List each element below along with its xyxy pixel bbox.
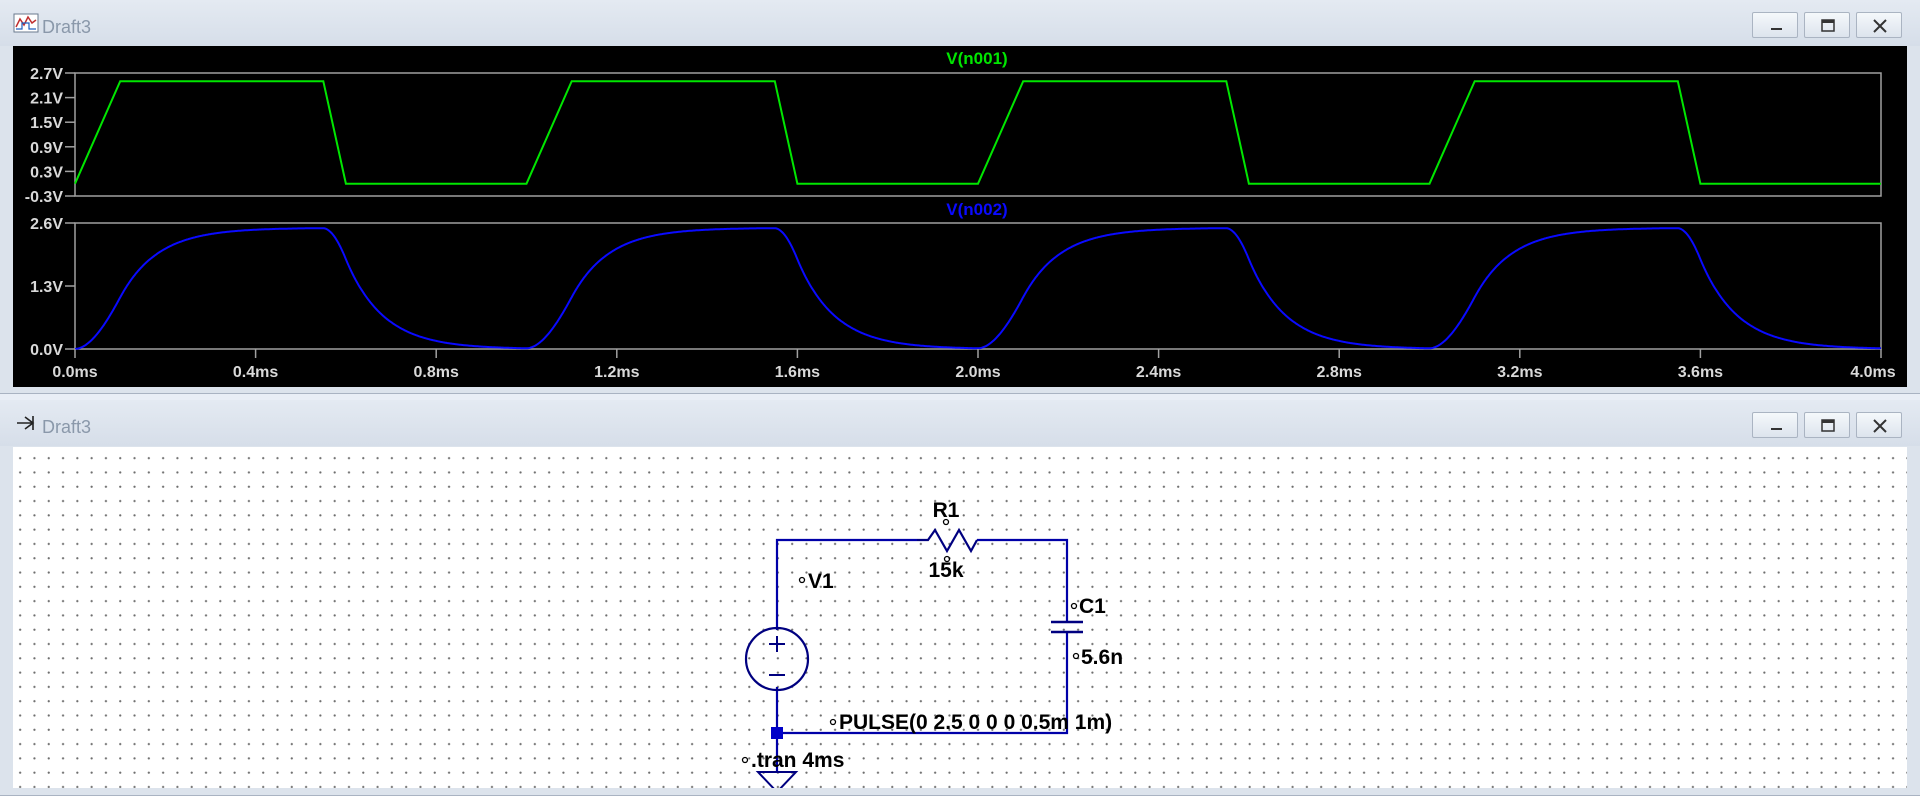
window-title: Draft3 xyxy=(42,417,92,437)
y-tick-label: 0.0V xyxy=(30,342,63,359)
maximize-icon xyxy=(1821,419,1835,432)
y-tick-label: 1.3V xyxy=(30,279,63,296)
x-tick-label: 1.2ms xyxy=(594,364,639,381)
minimize-button[interactable] xyxy=(1752,412,1798,438)
c1-name-label[interactable]: C1 xyxy=(1079,595,1106,618)
schematic-canvas[interactable]: R1 15k V1 C1 5.6n PULSE(0 2.5 0 0 0 0.5m… xyxy=(13,447,1907,788)
trace-n001[interactable] xyxy=(74,80,1881,185)
waveform-window: Draft3 V(n001) 2.7V 2.1V 1.5V 0.9V 0.3V -0.3V… xyxy=(0,0,1920,394)
maximize-button[interactable] xyxy=(1804,12,1850,38)
wire-v1-to-r1[interactable] xyxy=(775,538,917,630)
waveform-viewer-icon xyxy=(13,13,39,33)
x-tick-label: 0.4ms xyxy=(233,364,278,381)
source-value-label[interactable]: PULSE(0 2.5 0 0 0 0.5m 1m) xyxy=(839,711,1112,734)
ground-symbol[interactable] xyxy=(755,771,799,788)
trace-n002[interactable] xyxy=(74,227,1881,350)
close-icon xyxy=(1873,19,1887,33)
x-tick-label: 0.8ms xyxy=(414,364,459,381)
y-tick-label: 2.7V xyxy=(30,66,63,83)
window-title: Draft3 xyxy=(42,17,92,37)
x-tick-label: 2.4ms xyxy=(1136,364,1181,381)
junction-node[interactable] xyxy=(771,727,783,739)
x-tick-label: 2.8ms xyxy=(1317,364,1362,381)
capacitor-c1[interactable] xyxy=(1051,620,1083,634)
pane-2-frame xyxy=(74,222,1882,350)
schematic-titlebar[interactable]: Draft3 xyxy=(0,400,1920,446)
y-tick-label: 0.3V xyxy=(30,164,63,181)
y-tick-label: 2.1V xyxy=(30,91,63,108)
maximize-icon xyxy=(1821,19,1835,32)
y-tick-label: 0.9V xyxy=(30,140,63,157)
x-tick-label: 1.6ms xyxy=(775,364,820,381)
schematic-drawing[interactable]: R1 15k V1 C1 5.6n PULSE(0 2.5 0 0 0 0.5m… xyxy=(13,447,1907,788)
plot-area[interactable]: V(n001) 2.7V 2.1V 1.5V 0.9V 0.3V -0.3V V(n002… xyxy=(13,46,1907,387)
voltage-source-v1[interactable] xyxy=(744,626,810,692)
maximize-button[interactable] xyxy=(1804,412,1850,438)
wire-r1-to-c1[interactable] xyxy=(977,538,1069,622)
schematic-icon xyxy=(13,413,39,433)
spice-directive[interactable]: .tran 4ms xyxy=(751,749,844,772)
minimize-icon xyxy=(1771,428,1782,430)
x-tick-label: 4.0ms xyxy=(1850,364,1895,381)
x-tick-label: 0.0ms xyxy=(52,364,97,381)
r1-value-label[interactable]: 15k xyxy=(928,559,963,582)
minimize-button[interactable] xyxy=(1752,12,1798,38)
trace-label-n001[interactable]: V(n001) xyxy=(946,49,1007,68)
x-tick-label: 3.6ms xyxy=(1678,364,1723,381)
close-icon xyxy=(1873,419,1887,433)
v1-name-label[interactable]: V1 xyxy=(808,570,834,593)
pane-1-frame xyxy=(74,72,1882,197)
y-tick-label: -0.3V xyxy=(25,189,64,206)
x-tick-label: 2.0ms xyxy=(955,364,1000,381)
close-button[interactable] xyxy=(1856,412,1902,438)
y-tick-label: 2.6V xyxy=(30,216,63,233)
waveform-plot[interactable]: V(n001) 2.7V 2.1V 1.5V 0.9V 0.3V -0.3V V(n002… xyxy=(13,46,1907,387)
y-tick-label: 1.5V xyxy=(30,115,63,132)
close-button[interactable] xyxy=(1856,12,1902,38)
c1-value-label[interactable]: 5.6n xyxy=(1081,646,1123,669)
resistor-r1[interactable] xyxy=(917,527,978,554)
minimize-icon xyxy=(1771,28,1782,30)
schematic-window: Draft3 R1 15k V1 C1 5.6n PULSE(0 2.5 0 0… xyxy=(0,400,1920,796)
r1-name-label[interactable]: R1 xyxy=(933,499,960,522)
trace-label-n002[interactable]: V(n002) xyxy=(946,200,1007,219)
waveform-titlebar[interactable]: Draft3 xyxy=(0,0,1920,46)
x-tick-label: 3.2ms xyxy=(1497,364,1542,381)
